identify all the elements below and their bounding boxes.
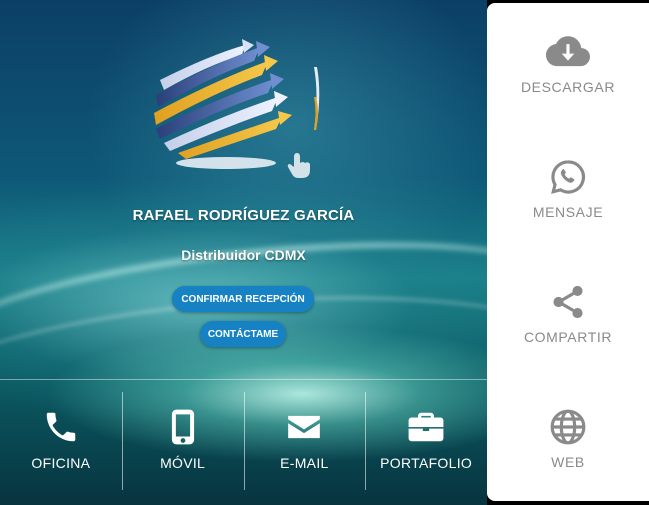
download-button[interactable]: DESCARGAR [487,33,649,95]
share-button[interactable]: COMPARTIR [487,283,649,345]
web-label: WEB [551,454,585,470]
phone-icon [46,412,76,442]
whatsapp-icon [551,160,586,194]
contact-role: Distribuidor CDMX [181,247,306,263]
office-phone-button[interactable]: OFICINA [0,380,122,505]
business-card: RAFAEL RODRÍGUEZ GARCÍA Distribuidor CDM… [0,0,487,505]
share-icon [553,285,583,319]
message-label: MENSAJE [532,204,604,220]
portfolio-label: PORTAFOLIO [380,455,473,471]
message-button[interactable]: MENSAJE [487,158,649,220]
share-label: COMPARTIR [523,329,613,345]
briefcase-icon [408,412,444,442]
mobile-label: MÓVIL [160,455,206,471]
mobile-phone-button[interactable]: MÓVIL [121,380,244,505]
portfolio-button[interactable]: PORTAFOLIO [365,380,487,505]
contact-me-button[interactable]: CONTÁCTAME [200,321,286,347]
contact-bottom-bar: OFICINA MÓVIL E-MAIL PORTAFOLIO [0,380,487,505]
web-button[interactable]: WEB [487,408,649,470]
email-button[interactable]: E-MAIL [243,380,366,505]
confirm-reception-button[interactable]: CONFIRMAR RECEPCIÓN [172,286,314,312]
cloud-download-icon [546,36,590,67]
side-action-panel: DESCARGAR MENSAJE COMPARTIR WEB [487,3,649,501]
company-logo [154,39,320,178]
mobile-icon [171,409,194,445]
download-label: DESCARGAR [520,79,616,95]
office-label: OFICINA [31,455,91,471]
contact-name: RAFAEL RODRÍGUEZ GARCÍA [132,207,355,224]
email-label: E-MAIL [280,455,329,471]
envelope-icon [288,415,321,439]
globe-icon [550,409,586,445]
